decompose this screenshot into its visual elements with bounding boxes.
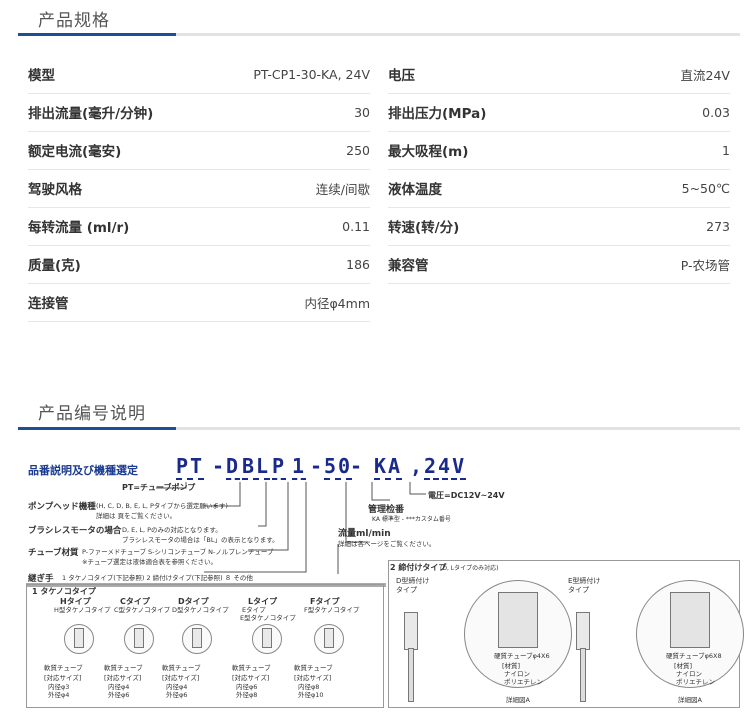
fitting-type-sub: D型タケノコタイプ: [172, 606, 229, 614]
tube-label: 軟質チューブ: [104, 664, 143, 672]
spec-value: 273: [706, 218, 730, 234]
pump-head-label: ポンプヘッド機種: [28, 502, 96, 512]
spec-row: 转速(转/分) 273: [388, 207, 730, 246]
fitting-illustration-body: [324, 628, 334, 648]
spec-value: 连续/间歇: [315, 181, 370, 197]
spec-label: 质量(克): [28, 258, 81, 274]
clamp-detail-body: [498, 592, 538, 648]
brushless-sub2: ブラシレスモータの場合は「BL」の表示となります。: [122, 536, 279, 544]
clamp-tube: [580, 648, 586, 702]
fitting-illustration-body: [74, 628, 84, 648]
fitting-illustration-body: [262, 628, 272, 648]
spec-value: 直流24V: [680, 67, 730, 83]
fitting-type-sub: H型タケノコタイプ: [54, 606, 111, 614]
fitting-type-sub: F型タケノコタイプ: [304, 606, 360, 614]
outer-diameter: 外径φ8: [236, 691, 258, 699]
spec-section-title: 产品规格: [38, 11, 110, 31]
clamp-name2: タイプ: [396, 586, 417, 594]
clamp-detail-body: [670, 592, 710, 648]
spec-label: 额定电流(毫安): [28, 144, 122, 160]
outer-diameter: 外径φ6: [108, 691, 130, 699]
joint-sub: 1 タケノコタイプ(下記参照) 2 締付けタイプ(下記参照) ８ その他: [62, 574, 253, 582]
clamp-fitting-small: [404, 612, 418, 650]
spec-value: 250: [346, 142, 370, 158]
outer-diameter: 外径φ10: [298, 691, 324, 699]
hard-tube-label: 硬質チューブφ4X6: [494, 652, 550, 660]
spec-value: 0.03: [702, 104, 730, 120]
clamp-name2: タイプ: [568, 586, 589, 594]
spec-title-underline: [18, 33, 740, 36]
fitting-illustration-body: [134, 628, 144, 648]
joint-label: 継ぎ手: [28, 574, 54, 584]
type2-sub: (D, Lタイプのみ対応): [440, 565, 499, 572]
fitting-illustration-body: [192, 628, 202, 648]
spec-row: 电压 直流24V: [388, 55, 730, 94]
numbering-title-underline: [18, 427, 740, 430]
spec-row: 排出压力(MPa) 0.03: [388, 93, 730, 132]
spec-label: 排出压力(MPa): [388, 106, 487, 122]
pt-label: PT=チューブポンプ: [122, 483, 196, 492]
fitting-type-sub2: E型タケノコタイプ: [240, 614, 296, 622]
material-2: ポリエチレン: [676, 678, 715, 686]
spec-row: 最大吸程(m) 1: [388, 131, 730, 170]
spec-row: 模型 PT-CP1-30-KA, 24V: [28, 55, 370, 94]
fitting-type-sub: C型タケノコタイプ: [114, 606, 171, 614]
spec-label: 每转流量 (ml/r): [28, 220, 130, 236]
spec-label: 最大吸程(m): [388, 144, 469, 160]
spec-value: 1: [722, 142, 730, 158]
outer-diameter: 外径φ4: [48, 691, 70, 699]
voltage-label: 電圧=DC12V~24V: [428, 491, 505, 500]
spec-row: 每转流量 (ml/r) 0.11: [28, 207, 370, 246]
spec-label: 连接管: [28, 296, 69, 312]
management-sub: KA 標準型 - ***カスタム番号: [372, 516, 451, 523]
tube-material-sub2: ※チューブ選定は液体適合表を参照ください。: [82, 558, 218, 566]
type2-title: 2 締付けタイプ: [390, 563, 447, 572]
spec-value: 0.11: [342, 218, 370, 234]
spec-value: 186: [346, 256, 370, 272]
pump-head-sub: (H, C, D, B, E, L, Pタイプから選定願います): [96, 502, 228, 510]
spec-row: 连接管 内径φ4mm: [28, 283, 370, 322]
tube-material-sub: P-ファーメドチューブ S-シリコンチューブ N-ノルプレンチューブ: [82, 548, 274, 556]
tube-label: 軟質チューブ: [232, 664, 271, 672]
spec-label: 模型: [28, 68, 55, 84]
spec-value: 内径φ4mm: [304, 295, 370, 311]
spec-label: 液体温度: [388, 182, 442, 198]
spec-label: 驾驶风格: [28, 182, 82, 198]
spec-value: 5~50℃: [681, 180, 730, 196]
brushless-sub: D, E, L, Pのみの対応となります。: [122, 526, 222, 534]
flow-sub: 詳細は各ページをご覧ください。: [338, 540, 436, 548]
spec-value: 30: [354, 104, 370, 120]
spec-row: 额定电流(毫安) 250: [28, 131, 370, 170]
spec-label: 兼容管: [388, 258, 429, 274]
tube-label: 軟質チューブ: [162, 664, 201, 672]
spec-row: 排出流量(毫升/分钟) 30: [28, 93, 370, 132]
spec-row: 驾驶风格 连续/间歇: [28, 169, 370, 208]
spec-label: 转速(转/分): [388, 220, 460, 236]
outer-diameter: 外径φ6: [166, 691, 188, 699]
numbering-section-title: 产品编号说明: [38, 404, 146, 424]
detail-label: 詳細図A: [506, 696, 530, 704]
spec-value: PT-CP1-30-KA, 24V: [253, 66, 370, 82]
detail-label: 詳細図A: [678, 696, 702, 704]
pump-head-sub2: 詳細は 頁をご覧ください。: [96, 512, 177, 520]
clamp-fitting-small: [576, 612, 590, 650]
hard-tube-label: 硬質チューブφ6X8: [666, 652, 722, 660]
material-2: ポリエチレン: [504, 678, 543, 686]
clamp-tube: [408, 648, 414, 702]
spec-row: 质量(克) 186: [28, 245, 370, 284]
spec-value: P-农场管: [680, 257, 730, 273]
tube-label: 軟質チューブ: [294, 664, 333, 672]
spec-row: 液体温度 5~50℃: [388, 169, 730, 208]
spec-label: 电压: [388, 68, 415, 84]
brushless-label: ブラシレスモータの場合: [28, 526, 122, 536]
spec-label: 排出流量(毫升/分钟): [28, 106, 154, 122]
spec-row: 兼容管 P-农场管: [388, 245, 730, 284]
tube-label: 軟質チューブ: [44, 664, 83, 672]
tube-material-label: チューブ材質: [28, 548, 79, 558]
part-number-diagram: 品番説明及び機種選定 PT - D BL P 1-50- KA, 24V PT=チューブポンプ…: [26, 454, 744, 708]
